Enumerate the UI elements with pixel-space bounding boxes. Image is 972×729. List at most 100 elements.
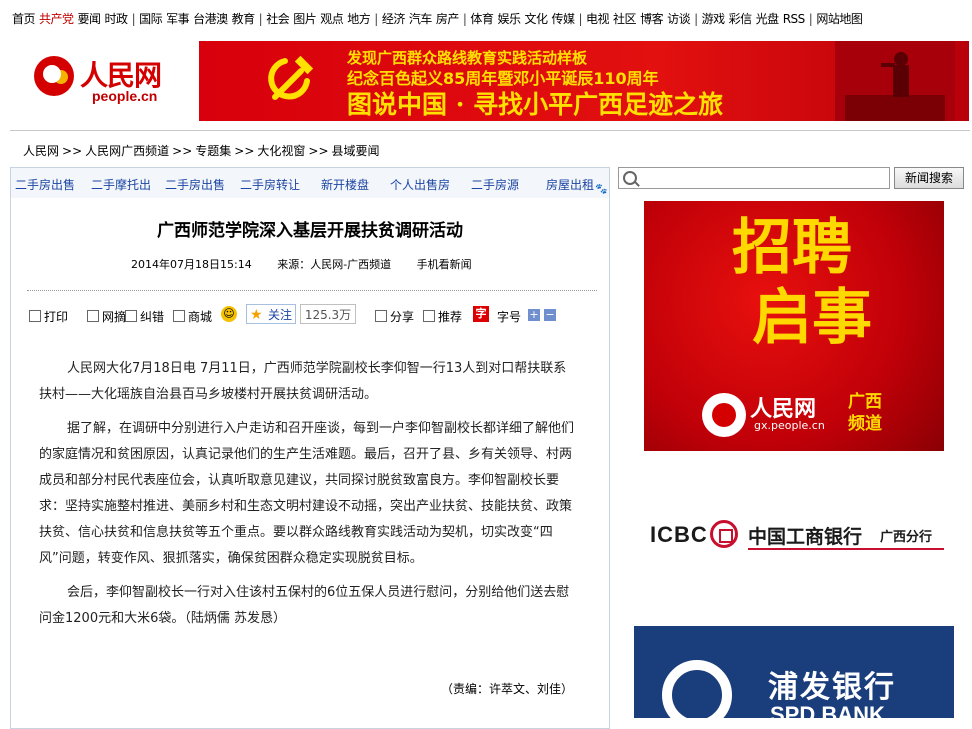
top-nav-item[interactable]: 共产党 <box>39 11 74 27</box>
follow-count: 125.3万 <box>300 304 356 324</box>
article-paragraph: 据了解，在调研中分别进行入户走访和召开座谈，每到一户李仰智副校长都详细了解他们的… <box>39 421 575 566</box>
top-nav-item[interactable]: 汽车 <box>409 11 433 27</box>
top-nav-item[interactable]: 图片 <box>293 11 317 27</box>
classified-ad-link[interactable]: 二手房源 <box>471 176 519 193</box>
search-icon <box>623 171 637 185</box>
print-label: 打印 <box>44 310 69 324</box>
follow-button[interactable]: ★ 关注 <box>246 304 296 324</box>
correct-label: 纠错 <box>140 310 165 324</box>
icbc-cn: 中国工商银行 <box>748 526 863 548</box>
article-editor: （责编：许萃文、刘佳） <box>441 682 574 696</box>
breadcrumb-separator-icon: >> <box>172 144 193 158</box>
dotted-divider <box>27 290 597 291</box>
top-nav-item[interactable]: 博客 <box>640 11 664 27</box>
top-nav-item[interactable]: 娱乐 <box>497 11 521 27</box>
spdb-ad[interactable]: 浦发银行 SPD BANK <box>634 626 954 718</box>
statue-illustration <box>835 41 955 121</box>
breadcrumb-separator-icon: >> <box>62 144 83 158</box>
people-logo-icon <box>702 393 746 437</box>
top-nav-item[interactable]: 军事 <box>166 11 190 27</box>
top-nav-item[interactable]: 台港澳 <box>193 11 228 27</box>
search-input[interactable] <box>618 167 890 189</box>
article-panel: 房屋出租 二手房源 个人出售房 新开楼盘 二手房转让 二手房出售 二手摩托出 二手房出售 🐾 … <box>10 167 610 729</box>
breadcrumb-link[interactable]: 人民网 <box>23 144 59 158</box>
top-nav-item[interactable]: 教育 <box>232 11 256 27</box>
top-nav-item[interactable]: 首页 <box>12 11 36 27</box>
mobile-news-link[interactable]: 手机看新闻 <box>417 258 472 271</box>
breadcrumb-link[interactable]: 专题集 <box>195 144 231 158</box>
classified-ad-link[interactable]: 二手房出售 <box>165 176 225 193</box>
article-source[interactable]: 来源：人民网-广西频道 <box>277 258 391 271</box>
mail-icon <box>423 310 435 322</box>
top-banner-ad[interactable]: 发现广西群众路线教育实践活动样板 纪念百色起义85周年暨邓小平诞辰110周年 图… <box>199 41 969 121</box>
top-nav-item[interactable]: 观点 <box>320 11 344 27</box>
follow-label: 关注 <box>267 308 292 322</box>
top-nav-item[interactable]: 传媒 <box>551 11 575 27</box>
classified-ad-link[interactable]: 个人出售房 <box>390 176 450 193</box>
correct-button[interactable]: 纠错 <box>125 308 164 325</box>
print-button[interactable]: 打印 <box>29 308 68 325</box>
nav-separator: | <box>578 12 583 26</box>
classified-ad-link[interactable]: 二手房转让 <box>240 176 300 193</box>
people-logo[interactable]: 人民网 people.cn <box>30 50 170 106</box>
cart-icon <box>173 310 185 322</box>
top-nav-item[interactable]: 社区 <box>613 11 637 27</box>
recommend-button[interactable]: 推荐 <box>423 308 462 325</box>
share-label: 分享 <box>390 310 415 324</box>
recruitment-ad[interactable]: 招聘 启事 人民网 gx.people.cn 广西频道 <box>644 201 944 451</box>
excerpt-button[interactable]: 网摘 <box>87 308 126 325</box>
nav-separator: | <box>374 12 378 26</box>
mall-button[interactable]: 商城 <box>173 308 212 325</box>
icbc-ad[interactable]: ICBC 中国工商银行 广西分行 <box>650 516 950 556</box>
font-size-label: 字号 <box>497 310 522 324</box>
mail-icon <box>125 310 137 322</box>
mall-label: 商城 <box>188 310 213 324</box>
font-increase-button[interactable]: + <box>528 309 540 321</box>
classified-ad-link[interactable]: 二手房出售 <box>15 176 75 193</box>
top-nav-items: 首页 共产党 要闻 时政 | 国际 军事 台港澳 教育 | 社会 图片 观点 地方 | 经济 汽车 房产 | 体育 娱乐… <box>12 11 866 27</box>
top-nav-item[interactable]: 房产 <box>436 11 460 27</box>
font-size-icon: 字 <box>473 306 489 322</box>
banner-line-3: 图说中国 · 寻找小平广西足迹之旅 <box>347 90 724 119</box>
top-nav-item[interactable]: 网站地图 <box>816 11 863 27</box>
top-nav: 首页 共产党 要闻 时政 | 国际 军事 台港澳 教育 | 社会 图片 观点 地方 | 经济 汽车 房产 | 体育 娱乐… <box>0 0 972 36</box>
top-nav-item[interactable]: 文化 <box>524 11 548 27</box>
spdb-en: SPD BANK <box>770 702 885 718</box>
nav-separator: | <box>462 12 467 26</box>
nav-separator: | <box>131 12 136 26</box>
printer-icon <box>29 310 41 322</box>
breadcrumb-link[interactable]: 人民网广西频道 <box>85 144 169 158</box>
top-nav-item[interactable]: 时政 <box>105 11 129 27</box>
classified-ad-link[interactable]: 二手摩托出 <box>91 176 151 193</box>
breadcrumb-link[interactable]: 大化视窗 <box>257 144 305 158</box>
icbc-underline <box>748 548 944 550</box>
top-nav-item[interactable]: 光盘 <box>756 11 780 27</box>
top-nav-item[interactable]: 要闻 <box>78 11 102 27</box>
font-decrease-button[interactable]: − <box>544 309 556 321</box>
top-nav-item[interactable]: 体育 <box>470 11 494 27</box>
top-nav-item[interactable]: 经济 <box>382 11 406 27</box>
top-nav-item[interactable]: 社会 <box>266 11 290 27</box>
nav-separator: | <box>694 12 698 26</box>
share-button[interactable]: 分享 <box>375 308 414 325</box>
smiley-icon[interactable]: ☺ <box>221 306 237 322</box>
recruit-title-2: 启事 <box>752 283 872 353</box>
top-nav-item[interactable]: 电视 <box>586 11 610 27</box>
news-search-button[interactable]: 新闻搜索 <box>894 167 964 189</box>
top-nav-item[interactable]: 访谈 <box>667 11 691 27</box>
top-nav-item[interactable]: 彩信 <box>729 11 753 27</box>
top-nav-item[interactable]: RSS <box>783 11 806 27</box>
classified-ad-bar: 房屋出租 二手房源 个人出售房 新开楼盘 二手房转让 二手房出售 二手摩托出 二手房出售 🐾 <box>11 168 609 198</box>
breadcrumb-separator-icon: >> <box>308 144 329 158</box>
recruit-channel: 广西频道 <box>848 392 882 434</box>
spdb-cn: 浦发银行 <box>768 670 896 705</box>
top-nav-item[interactable]: 地方 <box>347 11 371 27</box>
top-nav-item[interactable]: 游戏 <box>702 11 726 27</box>
top-nav-item[interactable]: 国际 <box>139 11 163 27</box>
breadcrumb-separator-icon: >> <box>234 144 255 158</box>
classified-ad-link[interactable]: 房屋出租 <box>546 176 594 193</box>
people-logo-icon <box>34 56 74 96</box>
nav-separator: | <box>808 12 813 26</box>
breadcrumb-link[interactable]: 县域要闻 <box>332 144 380 158</box>
classified-ad-link[interactable]: 新开楼盘 <box>321 176 369 193</box>
